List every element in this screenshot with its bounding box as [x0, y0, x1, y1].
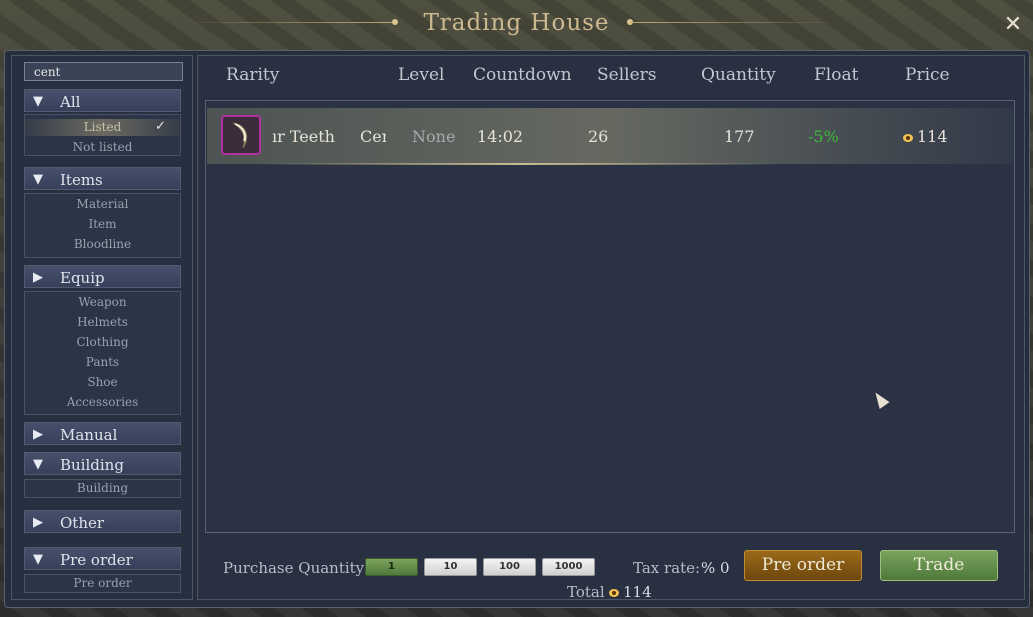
item-float: -5%	[808, 127, 839, 146]
subcategory-item[interactable]: Item	[25, 217, 180, 231]
title-bar: Trading House ✕	[0, 0, 1033, 50]
item-name: ır Teeth	[272, 127, 335, 146]
item-countdown: 14:02	[477, 127, 524, 146]
category-label: Other	[60, 514, 105, 532]
subcategory-not-listed[interactable]: Not listed	[25, 139, 180, 156]
tax-rate-label: Tax rate:	[633, 559, 701, 577]
chevron-down-icon: ▼	[33, 457, 43, 472]
subcategory-list-equip: Weapon Helmets Clothing Pants Shoe Acces…	[24, 291, 181, 415]
subcategory-weapon[interactable]: Weapon	[25, 295, 180, 309]
title-ornament-right	[630, 22, 840, 23]
chevron-right-icon: ▶	[33, 270, 43, 285]
category-all[interactable]: ▼ All	[24, 89, 181, 112]
coin-icon	[903, 133, 913, 142]
item-level: None	[412, 127, 456, 146]
category-other[interactable]: ▶ Other	[24, 510, 181, 533]
header-price[interactable]: Price	[905, 65, 950, 85]
item-sellers: 26	[588, 127, 609, 146]
category-building[interactable]: ▼ Building	[24, 452, 181, 475]
tax-rate-value: % 0	[701, 559, 730, 577]
total-label: Total	[567, 583, 605, 601]
item-quantity: 177	[724, 127, 755, 146]
item-rarity: Cer	[360, 127, 386, 146]
row-highlight-line	[260, 163, 780, 165]
chevron-down-icon: ▼	[33, 94, 43, 109]
quantity-100-button[interactable]: 100	[483, 558, 536, 576]
purchase-quantity-label: Purchase Quantity	[223, 559, 365, 577]
subcategory-accessories[interactable]: Accessories	[25, 395, 180, 409]
subcategory-pants[interactable]: Pants	[25, 355, 180, 369]
subcategory-material[interactable]: Material	[25, 197, 180, 211]
header-float[interactable]: Float	[814, 65, 858, 85]
subcategory-building[interactable]: Building	[25, 481, 180, 495]
window-title: Trading House	[423, 10, 610, 36]
category-items[interactable]: ▼ Items	[24, 167, 181, 190]
close-icon[interactable]: ✕	[1000, 12, 1026, 38]
quantity-1000-button[interactable]: 1000	[542, 558, 595, 576]
tooth-icon[interactable]	[221, 115, 261, 155]
subcategory-shoe[interactable]: Shoe	[25, 375, 180, 389]
subcategory-list-pre-order: Pre order	[24, 574, 181, 593]
chevron-down-icon: ▼	[33, 172, 43, 187]
checkmark-icon: ✓	[155, 119, 166, 134]
category-label: Items	[60, 171, 103, 189]
category-label: Pre order	[60, 551, 133, 569]
total-value: 114	[623, 583, 652, 601]
subcategory-helmets[interactable]: Helmets	[25, 315, 180, 329]
header-quantity[interactable]: Quantity	[701, 65, 776, 85]
header-rarity[interactable]: Rarity	[226, 65, 279, 85]
category-label: Building	[60, 456, 124, 474]
subcategory-list-building: Building	[24, 479, 181, 498]
chevron-right-icon: ▶	[33, 515, 43, 530]
trade-button[interactable]: Trade	[880, 550, 998, 581]
subcategory-list-all: Listed ✓ Not listed	[24, 114, 181, 156]
category-manual[interactable]: ▶ Manual	[24, 422, 181, 445]
subcategory-pre-order[interactable]: Pre order	[25, 576, 180, 590]
subcategory-list-items: Material Item Bloodline	[24, 193, 181, 258]
category-pre-order[interactable]: ▼ Pre order	[24, 547, 181, 570]
search-input[interactable]: cent	[24, 62, 183, 81]
subcategory-bloodline[interactable]: Bloodline	[25, 237, 180, 251]
coin-icon	[609, 589, 619, 597]
item-price: 114	[903, 127, 948, 146]
quantity-1-button[interactable]: 1	[365, 558, 418, 576]
pre-order-button[interactable]: Pre order	[744, 550, 862, 581]
header-level[interactable]: Level	[398, 65, 444, 85]
chevron-right-icon: ▶	[33, 427, 43, 442]
subcategory-clothing[interactable]: Clothing	[25, 335, 180, 349]
chevron-down-icon: ▼	[33, 552, 43, 567]
category-label: All	[60, 93, 81, 111]
total-value-wrap: 114	[609, 583, 652, 601]
category-label: Equip	[60, 269, 105, 287]
quantity-10-button[interactable]: 10	[424, 558, 477, 576]
header-sellers[interactable]: Sellers	[597, 65, 657, 85]
category-equip[interactable]: ▶ Equip	[24, 265, 181, 288]
item-price-value: 114	[917, 127, 948, 146]
header-countdown[interactable]: Countdown	[473, 65, 572, 85]
category-label: Manual	[60, 426, 118, 444]
